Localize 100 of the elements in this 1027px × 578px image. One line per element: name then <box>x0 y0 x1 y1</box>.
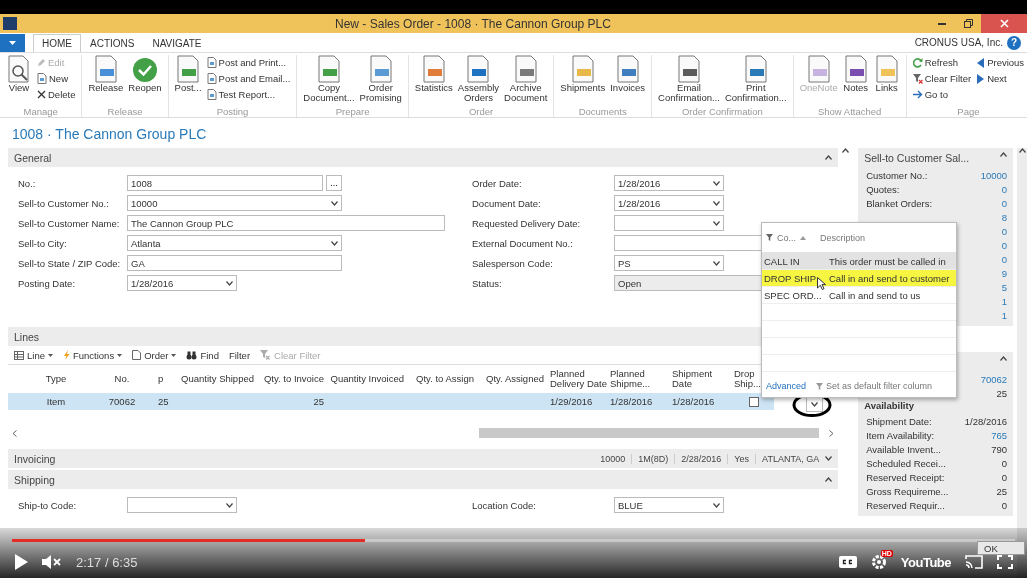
table-row[interactable]: Item 70062 25 25 1/29/2016 1/28/2016 1/28/2016 <box>8 393 774 410</box>
factbox-link[interactable]: 0 <box>1001 253 1008 265</box>
column-header[interactable]: Type <box>26 374 86 384</box>
ribbon-button[interactable]: Post and Print... <box>205 55 292 70</box>
ribbon-button[interactable]: Order Promising <box>358 55 403 104</box>
ribbon-button[interactable]: Statistics <box>413 55 454 104</box>
lookup-button[interactable]: ... <box>326 175 342 191</box>
progress-track[interactable] <box>12 539 1015 542</box>
column-header[interactable]: Quantity Invoiced <box>330 374 410 384</box>
ribbon-button[interactable]: Post and Email... <box>205 71 292 86</box>
input-field[interactable]: BLUE <box>614 497 724 513</box>
column-header[interactable]: Co... <box>777 232 796 243</box>
input-field[interactable]: 1/28/2016 <box>127 275 237 291</box>
ribbon-button[interactable]: Clear Filter <box>911 71 973 86</box>
video-site-logo[interactable]: YouTube <box>900 554 951 570</box>
ribbon-button[interactable]: Email Confirmation... <box>657 55 721 104</box>
toolbar-button[interactable]: Find <box>186 349 219 361</box>
column-header[interactable]: Qty. to Invoice <box>260 374 330 384</box>
factbox-link[interactable]: 1 <box>1001 295 1008 307</box>
input-field[interactable]: The Cannon Group PLC <box>127 215 445 231</box>
application-menu-button[interactable] <box>0 34 25 52</box>
toolbar-button[interactable]: Line <box>14 349 53 361</box>
ok-button[interactable]: OK <box>977 541 1025 555</box>
input-field[interactable]: PS <box>614 255 724 271</box>
toolbar-button[interactable]: Functions <box>62 349 123 361</box>
ribbon-button[interactable]: Shipments <box>559 55 607 104</box>
ribbon-button[interactable]: Notes <box>841 55 870 104</box>
factbox-link[interactable]: 5 <box>1001 281 1008 293</box>
ribbon-button[interactable]: Copy Document... <box>302 55 356 104</box>
muted-speaker-icon[interactable] <box>42 555 62 569</box>
ribbon-button[interactable]: View <box>5 55 33 104</box>
ribbon-button[interactable]: Post... <box>173 55 203 104</box>
factbox-link[interactable]: 8 <box>1001 211 1008 223</box>
input-field[interactable]: 1008 <box>127 175 323 191</box>
input-field[interactable]: GA <box>127 255 342 271</box>
input-field[interactable]: 1/28/2016 <box>614 195 724 211</box>
ribbon-button[interactable]: Previous <box>975 55 1026 70</box>
column-header[interactable]: Qty. Assigned <box>480 374 550 384</box>
play-icon[interactable] <box>14 554 28 570</box>
column-header[interactable]: No. <box>86 374 158 384</box>
group-label: Posting <box>215 106 250 117</box>
factbox-label: Quotes: <box>866 183 900 195</box>
ribbon-button[interactable]: Next <box>975 71 1026 86</box>
popup-row[interactable]: SPEC ORD... Call in and send to us <box>762 287 956 304</box>
description-cell: This order must be called in <box>829 255 946 267</box>
ribbon-button[interactable]: Reopen <box>127 55 163 104</box>
cast-icon[interactable] <box>965 555 983 569</box>
ribbon-button[interactable]: Delete <box>36 87 77 102</box>
toolbar-button[interactable]: Filter <box>228 349 251 361</box>
input-field[interactable]: 1/28/2016 <box>614 175 724 191</box>
input-field[interactable]: Atlanta <box>127 235 342 251</box>
ribbon-tab[interactable]: HOME <box>33 34 81 52</box>
column-header[interactable]: Shipment Date <box>672 369 734 389</box>
factbox-link[interactable]: 70062 <box>980 373 1008 385</box>
column-header[interactable]: Description <box>820 232 866 243</box>
factbox-link[interactable]: 0 <box>1001 239 1008 251</box>
ribbon-button[interactable]: Print Confirmation... <box>723 55 788 104</box>
factbox-link[interactable]: 1 <box>1001 309 1008 321</box>
factbox-link[interactable]: 10000 <box>980 169 1008 181</box>
factbox-link[interactable]: 765 <box>991 429 1008 441</box>
settings-icon[interactable] <box>870 554 887 570</box>
captions-icon[interactable] <box>838 556 857 568</box>
ribbon-button[interactable]: Invoices <box>609 55 647 104</box>
column-header[interactable]: p <box>158 374 170 384</box>
check-circle-icon <box>130 55 159 83</box>
scroll-left-icon <box>12 429 17 437</box>
ribbon-button[interactable]: Test Report... <box>205 87 292 102</box>
summary-value: 1M(8D) <box>631 453 675 464</box>
section-header[interactable]: General <box>8 148 839 167</box>
fullscreen-icon[interactable] <box>997 555 1013 569</box>
column-header[interactable]: Qty. to Assign <box>410 374 480 384</box>
popup-row[interactable]: DROP SHIP Call in and send to customer <box>762 270 956 287</box>
factbox-link[interactable]: 0 <box>1001 183 1008 195</box>
factbox-link[interactable]: 0 <box>1001 225 1008 237</box>
input-field[interactable] <box>127 497 237 513</box>
ribbon-button[interactable]: Release <box>87 55 125 104</box>
advanced-link[interactable]: Advanced <box>766 381 807 391</box>
input-field[interactable] <box>614 235 764 251</box>
default-filter-button[interactable]: Set as default filter column <box>816 381 933 391</box>
ribbon-button[interactable]: New <box>36 71 77 86</box>
section-header[interactable]: Shipping <box>8 470 839 489</box>
ribbon-button[interactable]: Go to <box>911 87 973 102</box>
ribbon-button[interactable]: Archive Document <box>503 55 549 104</box>
ribbon-button[interactable]: Assembly Orders <box>456 55 501 104</box>
popup-row[interactable]: CALL IN This order must be called in <box>762 253 956 270</box>
column-header[interactable]: Quantity Shipped <box>170 374 260 384</box>
help-button[interactable]: ? <box>1007 35 1021 50</box>
scrollbar-thumb[interactable] <box>479 428 820 438</box>
toolbar-button[interactable]: Order <box>132 349 177 361</box>
ribbon-button[interactable]: Links <box>872 55 901 104</box>
input-field[interactable] <box>614 215 724 231</box>
column-header[interactable]: Planned Shipme... <box>610 369 672 389</box>
factbox-link[interactable]: 9 <box>1001 267 1008 279</box>
ribbon-button[interactable]: Refresh <box>911 55 973 70</box>
field-label: No.: <box>18 176 37 191</box>
section-header[interactable]: Invoicing 10000 1M(8D) 2/28/2016 Yes ATLANTA, GA <box>8 449 839 468</box>
input-field[interactable]: 10000 <box>127 195 342 211</box>
checkbox[interactable] <box>749 396 759 407</box>
factbox-link[interactable]: 0 <box>1001 197 1008 209</box>
column-header[interactable]: Planned Delivery Date <box>550 369 610 389</box>
